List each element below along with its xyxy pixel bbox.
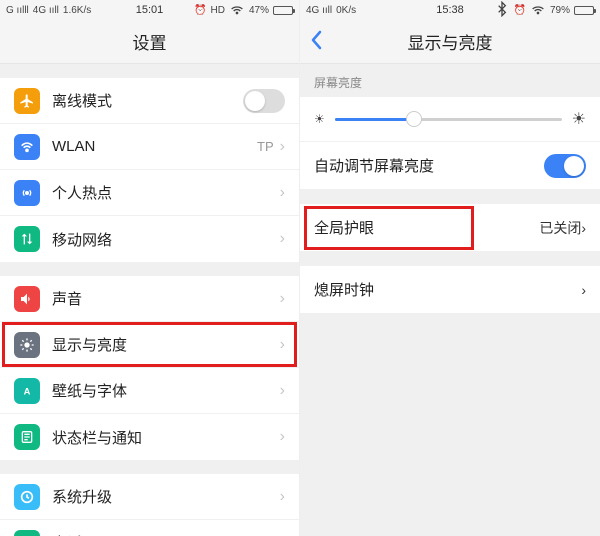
row-label: 显示与亮度 [52,334,274,355]
navbar: 设置 [0,20,299,64]
chevron-right-icon: › [280,138,285,156]
speed-indicator: 0K/s [336,5,356,16]
row-value: TP [257,139,274,154]
chevron-right-icon: › [280,428,285,446]
status-bar: G ıılll 4G ııll 1.6K/s 15:01 ⏰ HD 47% [0,0,299,20]
chevron-right-icon: › [581,282,586,298]
chevron-right-icon: › [581,220,586,236]
mobile-data-icon [14,226,40,252]
chevron-right-icon: › [280,488,285,506]
brightness-slider[interactable] [335,118,562,121]
chevron-right-icon: › [280,230,285,248]
battery-percentage: 79% [550,5,570,16]
wifi-icon [14,134,40,160]
brightness-high-icon: ☀ [572,109,586,129]
settings-row-wallpaper[interactable]: A 壁纸与字体 › [0,368,299,414]
brightness-slider-row[interactable]: ☀ ☀ [300,97,600,142]
sleep-clock-row[interactable]: 熄屏时钟 › [300,266,600,314]
row-label: 移动网络 [52,229,274,250]
row-label: 电话 [52,532,274,536]
eye-care-row[interactable]: 全局护眼 已关闭 › [300,204,600,252]
settings-row-wlan[interactable]: WLANTP › [0,124,299,170]
sleep-clock-label: 熄屏时钟 [314,279,581,300]
alarm-icon: ⏰ [514,5,526,16]
network-indicator: 4G ııll [33,5,59,16]
chevron-right-icon: › [280,336,285,354]
signal-indicator: G ıılll [6,5,29,16]
back-button[interactable] [310,30,322,54]
settings-row-mobile[interactable]: 移动网络 › [0,216,299,262]
auto-brightness-toggle[interactable] [544,154,586,178]
eye-care-value: 已关闭 [539,218,581,238]
wallpaper-icon: A [14,378,40,404]
chevron-right-icon: › [280,290,285,308]
navbar: 显示与亮度 [300,20,600,64]
page-title: 设置 [133,29,167,54]
battery-icon [574,6,594,15]
battery-percentage: 47% [249,5,269,16]
settings-group: 系统升级›电话›帐户与同步› [0,474,299,536]
display-brightness-screen: 4G ııll 0K/s 15:38 ⏰ 79% 显示与亮度 [300,0,600,536]
airplane-icon [14,88,40,114]
settings-screen: G ıılll 4G ııll 1.6K/s 15:01 ⏰ HD 47% 设置… [0,0,300,536]
row-label: 系统升级 [52,486,274,507]
settings-row-phone[interactable]: 电话› [0,520,299,536]
settings-row-notifications[interactable]: 状态栏与通知 › [0,414,299,460]
auto-brightness-label: 自动调节屏幕亮度 [314,155,544,176]
settings-row-update[interactable]: 系统升级 › [0,474,299,520]
auto-brightness-row[interactable]: 自动调节屏幕亮度 [300,142,600,190]
sound-icon [14,286,40,312]
status-bar: 4G ııll 0K/s 15:38 ⏰ 79% [300,0,600,20]
clock: 15:38 [436,4,464,16]
network-indicator: 4G ııll [306,5,332,16]
row-label: 壁纸与字体 [52,380,274,401]
settings-row-airplane[interactable]: 离线模式 [0,78,299,124]
bluetooth-icon [494,1,510,20]
settings-group: 声音 › 显示与亮度 › A 壁纸与字体 › 状态栏与通知 › [0,276,299,460]
eye-care-label: 全局护眼 [314,217,539,238]
phone-icon [14,530,40,536]
brightness-icon [14,332,40,358]
clock: 15:01 [136,4,164,16]
speed-indicator: 1.6K/s [63,5,91,16]
svg-text:A: A [24,386,31,396]
settings-row-hotspot[interactable]: 个人热点 › [0,170,299,216]
page-title: 显示与亮度 [408,29,493,54]
hd-indicator: HD [211,5,225,16]
row-label: 离线模式 [52,90,243,111]
row-label: 声音 [52,288,274,309]
wifi-icon [530,1,546,20]
chevron-right-icon: › [280,184,285,202]
brightness-section-label: 屏幕亮度 [300,64,600,97]
settings-row-sound[interactable]: 声音 › [0,276,299,322]
chevron-right-icon: › [280,382,285,400]
wifi-icon [229,1,245,20]
settings-list[interactable]: 离线模式WLANTP›个人热点›移动网络›声音›显示与亮度›A壁纸与字体›状态栏… [0,64,299,536]
toggle-airplane[interactable] [243,89,285,113]
battery-icon [273,6,293,15]
settings-group: 离线模式 WLANTP › 个人热点 › 移动网络 › [0,78,299,262]
row-label: 个人热点 [52,182,274,203]
notification-icon [14,424,40,450]
settings-row-display[interactable]: 显示与亮度 › [0,322,299,368]
row-label: 状态栏与通知 [52,427,274,448]
alarm-icon: ⏰ [194,5,206,16]
hotspot-icon [14,180,40,206]
brightness-low-icon: ☀ [314,112,325,126]
row-label: WLAN [52,138,257,155]
display-settings-list[interactable]: 屏幕亮度 ☀ ☀ 自动调节屏幕亮度 全局护眼 已关闭 › [300,64,600,536]
update-icon [14,484,40,510]
